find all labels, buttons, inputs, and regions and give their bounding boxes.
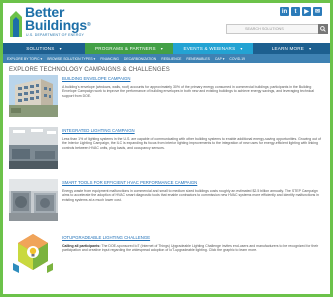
campaign-title-link[interactable]: IOTUPGRADEABLE LIGHTING CHALLENGE bbox=[62, 235, 150, 240]
logo-line2: Buildings bbox=[25, 17, 87, 33]
logo-mark-icon bbox=[10, 11, 22, 37]
subnav-explore-topic[interactable]: EXPLORE BY TOPIC ▾ bbox=[7, 57, 42, 61]
iot-lighting-thumbnail[interactable] bbox=[9, 231, 58, 277]
hvac-thumbnail[interactable] bbox=[9, 179, 58, 221]
campaign-title-link[interactable]: INTEGRATED LIGHTING CAMPAIGN bbox=[62, 128, 135, 133]
subnav-financing[interactable]: FINANCING bbox=[100, 57, 119, 61]
campaign-description: Energy waste from equipment malfunctions… bbox=[62, 189, 319, 202]
campaign-description: Less than 1% of lighting systems in the … bbox=[62, 137, 321, 150]
search-icon bbox=[320, 26, 326, 32]
building-envelope-thumbnail[interactable] bbox=[9, 75, 58, 117]
integrated-lighting-thumbnail[interactable] bbox=[9, 127, 58, 169]
subnav-browse-solution-types[interactable]: BROWSE SOLUTION TYPES ▾ bbox=[47, 57, 95, 61]
chevron-down-icon: ▾ bbox=[309, 46, 312, 51]
page-frame: Better Buildings® U.S. DEPARTMENT OF ENE… bbox=[0, 0, 333, 297]
search-input[interactable]: SEARCH SOLUTIONS bbox=[226, 24, 322, 34]
youtube-icon[interactable]: ▶ bbox=[302, 7, 311, 16]
logo-subtitle: U.S. DEPARTMENT OF ENERGY bbox=[26, 33, 85, 37]
nav-events-webinars[interactable]: EVENTS & WEBINARS ▾ bbox=[173, 43, 253, 54]
subnav-resilience[interactable]: RESILIENCE bbox=[161, 57, 181, 61]
nav-label: SOLUTIONS bbox=[26, 46, 55, 51]
campaign-description: Calling all participants: The DOE-sponso… bbox=[62, 244, 324, 253]
linkedin-icon[interactable]: in bbox=[280, 7, 289, 16]
campaign-title-link[interactable]: SMART TOOLS FOR EFFICIENT HVAC PERFORMAN… bbox=[62, 180, 197, 185]
chevron-down-icon: ▾ bbox=[59, 46, 62, 51]
subnav-covid19[interactable]: COVID-19 bbox=[229, 57, 245, 61]
campaign-description: A building's envelope (windows, walls, r… bbox=[62, 85, 314, 98]
twitter-icon[interactable]: t bbox=[291, 7, 300, 16]
chevron-down-icon: ▾ bbox=[240, 46, 243, 51]
subnav-cap[interactable]: CAP ▾ bbox=[215, 57, 225, 61]
email-icon[interactable]: ✉ bbox=[313, 7, 322, 16]
chevron-down-icon: ▾ bbox=[160, 46, 164, 51]
building-image bbox=[9, 75, 58, 117]
iot-lighting-graphic bbox=[13, 234, 53, 273]
sub-nav: EXPLORE BY TOPIC ▾ BROWSE SOLUTION TYPES… bbox=[3, 54, 330, 63]
social-links: in t ▶ ✉ bbox=[280, 7, 322, 16]
nav-label: EVENTS & WEBINARS bbox=[183, 46, 236, 51]
logo-trademark: ® bbox=[86, 22, 91, 28]
main-nav: SOLUTIONS ▾ PROGRAMS & PARTNERS ▾ EVENTS &… bbox=[3, 43, 330, 54]
hvac-units-image bbox=[9, 179, 58, 221]
site-header: Better Buildings® U.S. DEPARTMENT OF ENE… bbox=[3, 3, 330, 43]
nav-solutions[interactable]: SOLUTIONS ▾ bbox=[3, 43, 85, 54]
campaign-title-link[interactable]: BUILDING ENVELOPE CAMPAIGN bbox=[62, 76, 130, 81]
subnav-decarbonization[interactable]: DECARBONIZATION bbox=[124, 57, 156, 61]
better-buildings-logo[interactable]: Better Buildings® U.S. DEPARTMENT OF ENE… bbox=[9, 5, 129, 40]
office-lighting-image bbox=[9, 127, 58, 169]
search-button[interactable] bbox=[318, 24, 328, 34]
subnav-renewables[interactable]: RENEWABLES bbox=[186, 57, 209, 61]
nav-label: PROGRAMS & PARTNERS bbox=[94, 46, 156, 51]
nav-learn-more[interactable]: LEARN MORE ▾ bbox=[253, 43, 330, 54]
logo-text: Better Buildings® bbox=[25, 5, 91, 33]
nav-programs-partners[interactable]: PROGRAMS & PARTNERS ▾ bbox=[85, 43, 173, 54]
nav-label: LEARN MORE bbox=[271, 46, 305, 51]
page-title: EXPLORE TECHNOLOGY CAMPAIGNS & CHALLENGE… bbox=[9, 67, 170, 73]
description-text: The DOE-sponsored IoT (Internet of Thing… bbox=[62, 244, 319, 253]
